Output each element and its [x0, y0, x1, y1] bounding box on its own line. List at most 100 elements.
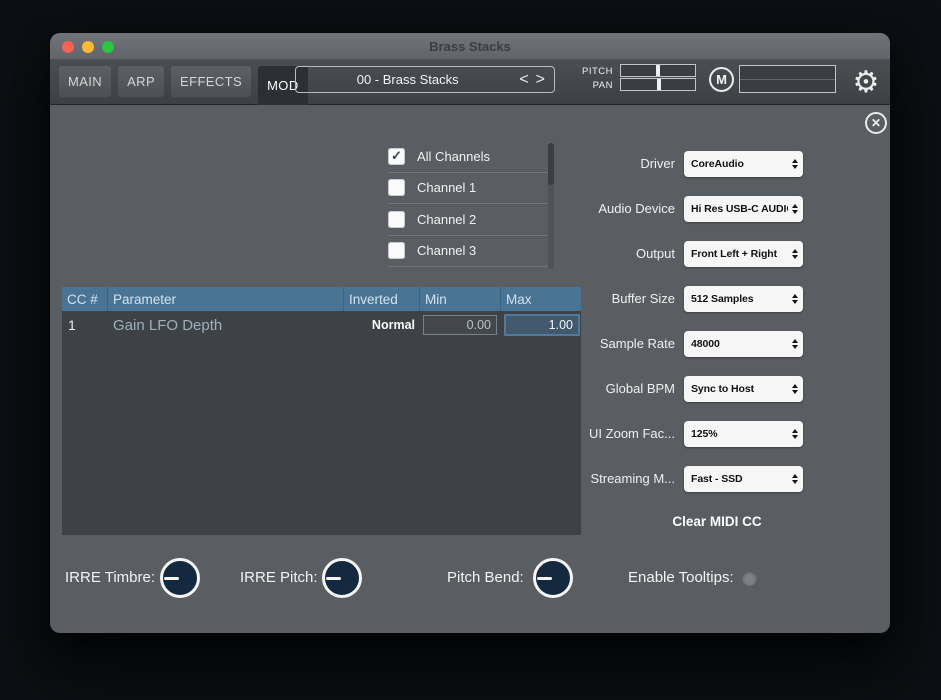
checkbox-channel-2[interactable] — [388, 211, 405, 228]
dropdown-arrows-icon — [792, 249, 798, 259]
setting-row-sample-rate: Sample Rate 48000 — [550, 330, 812, 357]
clear-midi-cc-button[interactable]: Clear MIDI CC — [622, 514, 812, 529]
ui-zoom-dropdown[interactable]: 125% — [684, 421, 803, 447]
irre-pitch-knob[interactable] — [322, 558, 362, 598]
preset-next-icon[interactable]: > — [536, 71, 545, 89]
channel-row-2[interactable]: Channel 2 — [388, 204, 548, 236]
audio-device-dropdown[interactable]: Hi Res USB-C AUDIO — [684, 196, 803, 222]
checkbox-channel-1[interactable] — [388, 179, 405, 196]
settings-gear-icon[interactable]: ⚙ — [846, 60, 886, 105]
midi-mode-button[interactable]: M — [709, 67, 734, 92]
output-dropdown[interactable]: Front Left + Right — [684, 241, 803, 267]
setting-row-driver: Driver CoreAudio — [550, 150, 812, 177]
tab-bar: MAIN ARP EFFECTS MOD — [59, 66, 308, 105]
meter-divider — [740, 79, 835, 80]
dropdown-value: 48000 — [691, 338, 788, 350]
preset-selector[interactable]: 00 - Brass Stacks < > — [295, 66, 555, 93]
enable-tooltips-toggle[interactable] — [742, 571, 757, 586]
title-bar: Brass Stacks — [50, 33, 890, 60]
dropdown-arrows-icon — [792, 294, 798, 304]
settings-panel: ✕ ✓ All Channels Channel 1 Channel 2 — [50, 105, 890, 633]
dropdown-arrows-icon — [792, 159, 798, 169]
close-window-button[interactable] — [62, 41, 74, 53]
channel-row-all[interactable]: ✓ All Channels — [388, 141, 548, 173]
traffic-lights — [62, 41, 114, 53]
checkbox-all-channels[interactable]: ✓ — [388, 148, 405, 165]
cell-max: 1.00 — [501, 314, 581, 336]
dropdown-value: 125% — [691, 428, 788, 440]
tab-effects[interactable]: EFFECTS — [171, 66, 251, 97]
dropdown-value: CoreAudio — [691, 158, 788, 170]
tab-main[interactable]: MAIN — [59, 66, 111, 97]
header-inverted: Inverted — [344, 287, 420, 311]
midi-channel-list: ✓ All Channels Channel 1 Channel 2 — [388, 141, 548, 267]
setting-row-buffer-size: Buffer Size 512 Samples — [550, 285, 812, 312]
driver-label: Driver — [550, 156, 684, 171]
buffer-size-dropdown[interactable]: 512 Samples — [684, 286, 803, 312]
channel-label: Channel 3 — [417, 243, 476, 258]
global-bpm-dropdown[interactable]: Sync to Host — [684, 376, 803, 402]
dropdown-value: Front Left + Right — [691, 248, 788, 260]
header-parameter: Parameter — [108, 287, 344, 311]
table-body: 1 Gain LFO Depth Normal 0.00 1.00 — [62, 311, 581, 535]
pan-slider-handle[interactable] — [657, 79, 661, 90]
output-label: Output — [550, 246, 684, 261]
channel-row-1[interactable]: Channel 1 — [388, 173, 548, 205]
pitch-slider-handle[interactable] — [656, 65, 660, 76]
setting-row-streaming-mode: Streaming M... Fast - SSD — [550, 465, 812, 492]
close-panel-button[interactable]: ✕ — [865, 112, 887, 134]
preset-name[interactable]: 00 - Brass Stacks — [296, 72, 519, 87]
cell-cc-number: 1 — [62, 317, 108, 333]
table-header: CC # Parameter Inverted Min Max — [62, 287, 581, 311]
dropdown-arrows-icon — [792, 474, 798, 484]
channel-label: Channel 2 — [417, 212, 476, 227]
plugin-window: Brass Stacks MAIN ARP EFFECTS MOD 00 - B… — [50, 33, 890, 633]
table-row[interactable]: 1 Gain LFO Depth Normal 0.00 1.00 — [62, 311, 581, 339]
pitch-bend-label: Pitch Bend: — [447, 569, 524, 586]
header-min: Min — [420, 287, 501, 311]
max-value-input[interactable]: 1.00 — [504, 314, 580, 336]
checkbox-channel-3[interactable] — [388, 242, 405, 259]
driver-dropdown[interactable]: CoreAudio — [684, 151, 803, 177]
zoom-window-button[interactable] — [102, 41, 114, 53]
dropdown-value: Hi Res USB-C AUDIO — [691, 203, 788, 215]
toolbar: MAIN ARP EFFECTS MOD 00 - Brass Stacks <… — [50, 60, 890, 105]
irre-timbre-knob[interactable] — [160, 558, 200, 598]
dropdown-value: Fast - SSD — [691, 473, 788, 485]
header-max: Max — [501, 287, 581, 311]
irre-pitch-label: IRRE Pitch: — [240, 569, 318, 586]
minimize-window-button[interactable] — [82, 41, 94, 53]
dropdown-value: 512 Samples — [691, 293, 788, 305]
pitch-bend-knob[interactable] — [533, 558, 573, 598]
audio-device-label: Audio Device — [550, 201, 684, 216]
channel-label: All Channels — [417, 149, 490, 164]
channel-label: Channel 1 — [417, 180, 476, 195]
pitch-slider[interactable] — [620, 64, 696, 77]
dropdown-arrows-icon — [792, 204, 798, 214]
check-icon: ✓ — [391, 148, 402, 164]
setting-row-audio-device: Audio Device Hi Res USB-C AUDIO — [550, 195, 812, 222]
cell-parameter: Gain LFO Depth — [108, 317, 344, 334]
knob-pointer — [164, 577, 179, 580]
dropdown-value: Sync to Host — [691, 383, 788, 395]
setting-row-global-bpm: Global BPM Sync to Host — [550, 375, 812, 402]
min-value-input[interactable]: 0.00 — [423, 315, 497, 335]
knob-pointer — [537, 577, 552, 580]
setting-row-output: Output Front Left + Right — [550, 240, 812, 267]
streaming-mode-dropdown[interactable]: Fast - SSD — [684, 466, 803, 492]
output-meter[interactable] — [739, 65, 836, 93]
dropdown-arrows-icon — [792, 339, 798, 349]
channel-row-3[interactable]: Channel 3 — [388, 236, 548, 268]
pitch-pan-labels: PITCH PAN — [560, 65, 613, 93]
cell-inverted[interactable]: Normal — [344, 318, 420, 332]
pitch-label: PITCH — [560, 65, 613, 79]
enable-tooltips-label: Enable Tooltips: — [628, 569, 734, 586]
tab-arp[interactable]: ARP — [118, 66, 164, 97]
sample-rate-dropdown[interactable]: 48000 — [684, 331, 803, 357]
preset-prev-icon[interactable]: < — [519, 71, 528, 89]
cell-min: 0.00 — [420, 315, 501, 335]
dropdown-arrows-icon — [792, 429, 798, 439]
pan-slider[interactable] — [620, 78, 696, 91]
irre-timbre-label: IRRE Timbre: — [65, 569, 155, 586]
window-title: Brass Stacks — [429, 39, 511, 54]
